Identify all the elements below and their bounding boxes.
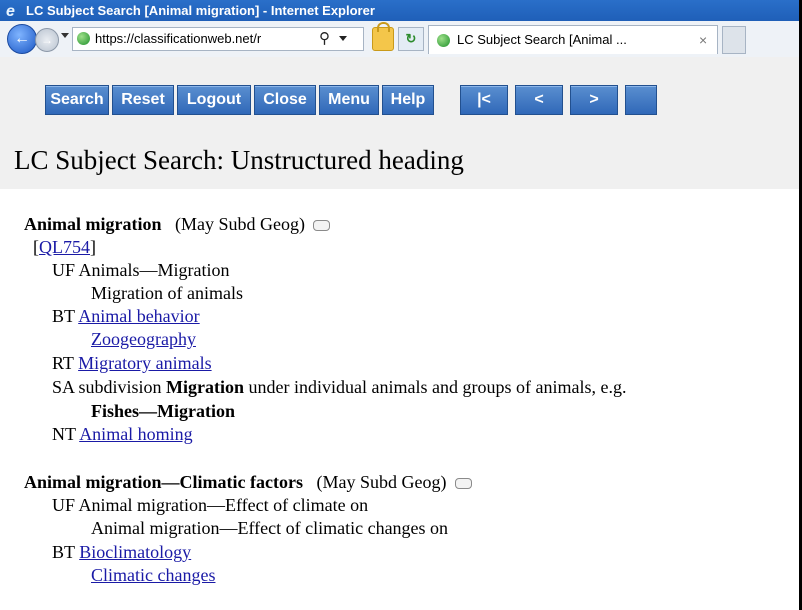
close-button[interactable]: Close [254, 85, 316, 115]
search-button[interactable]: Search [45, 85, 109, 115]
browser-tab[interactable]: LC Subject Search [Animal ... × [428, 25, 718, 54]
search-icon[interactable]: ⚲ [319, 28, 330, 50]
entry-heading-line: Animal migration (May Subd Geog) [24, 213, 331, 235]
last-page-button[interactable] [625, 85, 657, 115]
ie-logo-icon: e [6, 3, 15, 20]
site-icon [77, 32, 90, 45]
bt-line: BT Animal behavior [52, 305, 200, 327]
rt-link[interactable]: Migratory animals [78, 353, 211, 373]
note-icon[interactable] [454, 478, 472, 490]
sa-label: SA [52, 377, 75, 397]
reset-button[interactable]: Reset [112, 85, 174, 115]
bt-link[interactable]: Climatic changes [91, 565, 215, 585]
nt-label: NT [52, 424, 76, 444]
page-toolbar: Search Reset Logout Close Menu Help |< <… [0, 57, 802, 189]
logout-button[interactable]: Logout [177, 85, 251, 115]
uf-line: UF Animal migration—Effect of climate on [52, 494, 368, 516]
previous-button[interactable]: < [515, 85, 563, 115]
entry-qualifier: (May Subd Geog) [175, 214, 305, 234]
address-dropdown-icon[interactable] [339, 36, 347, 41]
nt-line: NT Animal homing [52, 423, 193, 445]
note-icon[interactable] [313, 220, 331, 232]
sa-line: SA subdivision Migration under individua… [52, 376, 626, 398]
bt-label: BT [52, 542, 75, 562]
uf-term: Animals—Migration [78, 260, 230, 280]
bt-link[interactable]: Zoogeography [91, 329, 196, 349]
entry-qualifier: (May Subd Geog) [316, 472, 447, 492]
sa-prefix: subdivision [78, 377, 162, 397]
call-number-line: [QL754] [33, 237, 96, 257]
rt-label: RT [52, 353, 74, 373]
address-text[interactable]: https://classificationweb.net/r [95, 28, 261, 50]
rt-line: RT Migratory animals [52, 352, 212, 374]
bt-label: BT [52, 306, 75, 326]
help-button[interactable]: Help [382, 85, 434, 115]
history-dropdown-icon[interactable] [61, 33, 69, 38]
lock-icon[interactable] [372, 22, 394, 51]
new-tab-button[interactable] [722, 26, 746, 54]
nt-link[interactable]: Animal homing [79, 424, 193, 444]
refresh-icon[interactable]: ↻ [398, 27, 424, 51]
uf-label: UF [52, 495, 76, 515]
browser-nav-bar: ← → https://classificationweb.net/r ⚲ ↻ … [0, 21, 802, 58]
tab-site-icon [437, 34, 450, 47]
tab-title[interactable]: LC Subject Search [Animal ... [457, 26, 627, 54]
sa-suffix: under individual animals and groups of a… [248, 377, 627, 397]
back-button[interactable]: ← [7, 24, 37, 54]
page-title: LC Subject Search: Unstructured heading [14, 145, 464, 175]
uf-label: UF [52, 260, 76, 280]
forward-button[interactable]: → [35, 28, 59, 52]
sa-bold: Migration [166, 377, 245, 397]
sa-example-line: Fishes—Migration [91, 400, 235, 422]
first-page-button[interactable]: |< [460, 85, 508, 115]
call-number-link[interactable]: QL754 [39, 237, 90, 257]
bt-line: Zoogeography [91, 328, 196, 350]
entry-heading-line: Animal migration—Climatic factors (May S… [24, 471, 472, 493]
uf-term: Migration of animals [91, 283, 243, 303]
address-bar[interactable]: https://classificationweb.net/r ⚲ [72, 27, 364, 51]
uf-line: Migration of animals [91, 282, 243, 304]
next-button[interactable]: > [570, 85, 618, 115]
tab-close-icon[interactable]: × [699, 26, 707, 54]
bt-link[interactable]: Bioclimatology [79, 542, 191, 562]
entry-heading: Animal migration—Climatic factors [24, 472, 303, 492]
entry-heading: Animal migration [24, 214, 162, 234]
uf-term: Animal migration—Effect of climate on [78, 495, 369, 515]
bt-line: Climatic changes [91, 564, 215, 586]
bt-line: BT Bioclimatology [52, 541, 191, 563]
sa-example: Fishes—Migration [91, 401, 235, 421]
window-title-bar: e LC Subject Search [Animal migration] -… [0, 0, 802, 21]
uf-term: Animal migration—Effect of climatic chan… [91, 518, 449, 538]
bt-link[interactable]: Animal behavior [78, 306, 199, 326]
menu-button[interactable]: Menu [319, 85, 379, 115]
window-title: LC Subject Search [Animal migration] - I… [26, 3, 375, 18]
uf-line: Animal migration—Effect of climatic chan… [91, 517, 448, 539]
uf-line: UF Animals—Migration [52, 259, 230, 281]
